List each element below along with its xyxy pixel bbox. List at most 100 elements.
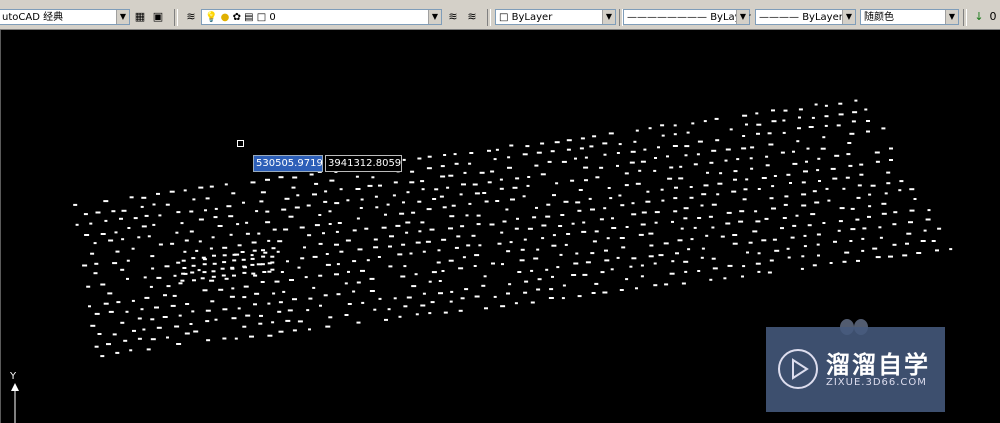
survey-point (838, 220, 843, 223)
survey-point (191, 310, 195, 313)
chevron-down-icon[interactable]: ▼ (842, 10, 855, 24)
survey-point (861, 249, 865, 252)
lineweight-dropdown[interactable]: ———— ByLayer ▼ (755, 9, 856, 25)
survey-point (361, 301, 365, 304)
survey-point (265, 178, 270, 181)
survey-point (490, 170, 495, 173)
survey-point (429, 228, 435, 231)
survey-point (808, 126, 814, 128)
survey-point (625, 226, 629, 228)
survey-point (833, 240, 837, 243)
make-object-layer-current-icon[interactable]: ≋ (446, 10, 460, 24)
layer-previous-icon[interactable]: ≋ (465, 10, 479, 24)
survey-point (401, 243, 406, 246)
survey-point (792, 150, 795, 153)
survey-point (535, 206, 538, 209)
survey-point (278, 330, 284, 333)
survey-point (602, 142, 608, 145)
survey-point (633, 140, 637, 143)
survey-point (450, 290, 454, 293)
survey-point (711, 149, 717, 152)
survey-point (257, 232, 261, 235)
survey-point (913, 198, 917, 200)
survey-point (116, 301, 121, 304)
chevron-down-icon[interactable]: ▼ (602, 10, 615, 24)
workspace-settings-icon[interactable]: ▦ (133, 10, 147, 24)
survey-point (94, 262, 99, 265)
save-workspace-icon[interactable]: ▣ (151, 10, 165, 24)
survey-point (643, 148, 647, 151)
survey-point (653, 284, 658, 287)
survey-point (693, 163, 698, 166)
survey-point (300, 257, 305, 260)
survey-point (715, 139, 720, 142)
survey-point (285, 319, 291, 322)
survey-point (464, 288, 469, 291)
survey-point (409, 252, 413, 255)
survey-point (846, 153, 851, 156)
survey-point (629, 161, 635, 164)
survey-point (618, 143, 622, 146)
survey-point (220, 267, 225, 270)
survey-point (82, 264, 88, 267)
survey-point (520, 248, 525, 251)
dynamic-input-x-field[interactable]: 530505.9719 (253, 155, 323, 172)
dynamic-input-y-field[interactable]: 3941312.8059 (325, 155, 402, 172)
plotstyle-dropdown[interactable]: 随颜色 ▼ (860, 9, 959, 25)
survey-point (176, 261, 181, 264)
survey-point (780, 151, 785, 154)
survey-point (920, 240, 926, 242)
survey-point (700, 204, 704, 207)
chevron-down-icon[interactable]: ▼ (736, 10, 749, 24)
survey-point (172, 294, 177, 297)
survey-point (514, 227, 519, 230)
survey-point (224, 277, 229, 280)
survey-point (850, 207, 855, 210)
survey-point (666, 155, 669, 158)
survey-point (832, 177, 838, 180)
survey-point (859, 163, 864, 166)
survey-point (94, 345, 99, 348)
survey-point (420, 180, 425, 183)
layer-manager-icon[interactable]: ≋ (184, 10, 198, 24)
watermark-subtitle: ZIXUE.3D66.COM (826, 377, 927, 388)
survey-point (801, 193, 807, 196)
survey-point (889, 159, 893, 161)
survey-point (214, 207, 218, 210)
survey-point (176, 343, 182, 345)
survey-point (276, 250, 280, 253)
arrow-down-icon[interactable]: ↓ (972, 10, 986, 24)
chevron-down-icon[interactable]: ▼ (116, 10, 129, 24)
survey-point (189, 210, 194, 213)
survey-point (111, 210, 116, 213)
chevron-down-icon[interactable]: ▼ (945, 10, 958, 24)
layer-dropdown[interactable]: 💡 ● ✿ ▤ □ 0 ▼ (201, 9, 442, 25)
survey-point (905, 242, 909, 245)
survey-point (583, 166, 589, 169)
survey-point (673, 133, 677, 136)
survey-point (684, 270, 688, 273)
survey-point (635, 182, 641, 185)
survey-point (286, 260, 289, 263)
workspace-dropdown[interactable]: utoCAD 经典 ▼ (0, 9, 130, 25)
survey-point (250, 263, 255, 266)
survey-point (243, 266, 247, 269)
chevron-down-icon[interactable]: ▼ (428, 10, 441, 24)
linetype-dropdown[interactable]: ———————— ByLayer ▼ (623, 9, 751, 25)
survey-point (801, 181, 806, 184)
survey-point (741, 275, 744, 278)
survey-point (487, 181, 492, 184)
survey-point (582, 221, 586, 224)
survey-point (449, 300, 453, 303)
survey-point (303, 246, 306, 249)
survey-point (850, 228, 856, 231)
survey-point (697, 270, 701, 272)
survey-point (120, 268, 125, 271)
survey-point (173, 274, 177, 277)
survey-point (356, 217, 360, 220)
survey-point (308, 297, 313, 300)
color-dropdown[interactable]: □ ByLayer ▼ (495, 9, 616, 25)
drawing-canvas[interactable]: 530505.9719 3941312.8059 Y 溜溜自学 ZIXUE.3D… (0, 30, 1000, 423)
survey-point (462, 256, 466, 259)
survey-point (881, 127, 886, 130)
